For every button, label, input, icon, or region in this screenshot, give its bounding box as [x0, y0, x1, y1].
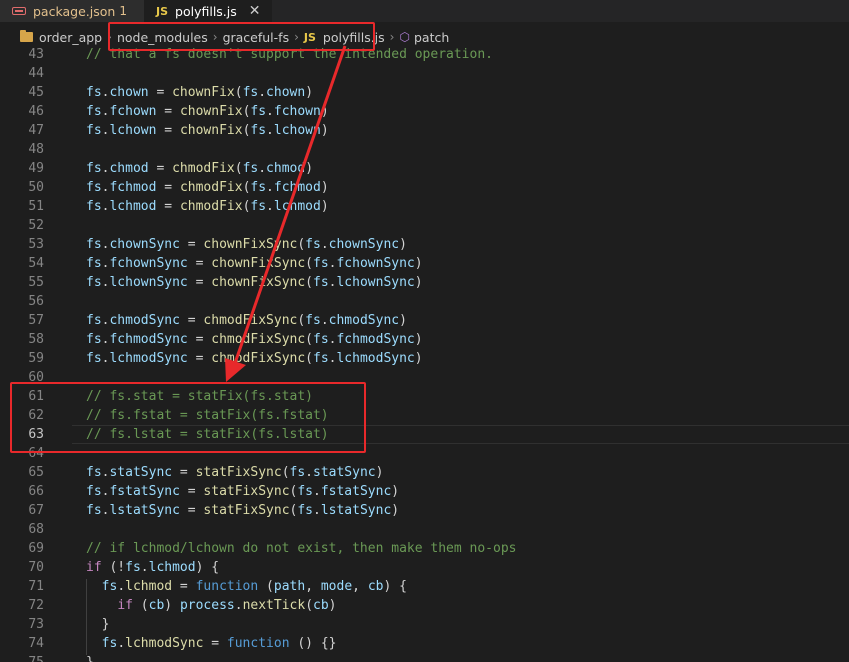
- annotation-arrow: [225, 45, 347, 382]
